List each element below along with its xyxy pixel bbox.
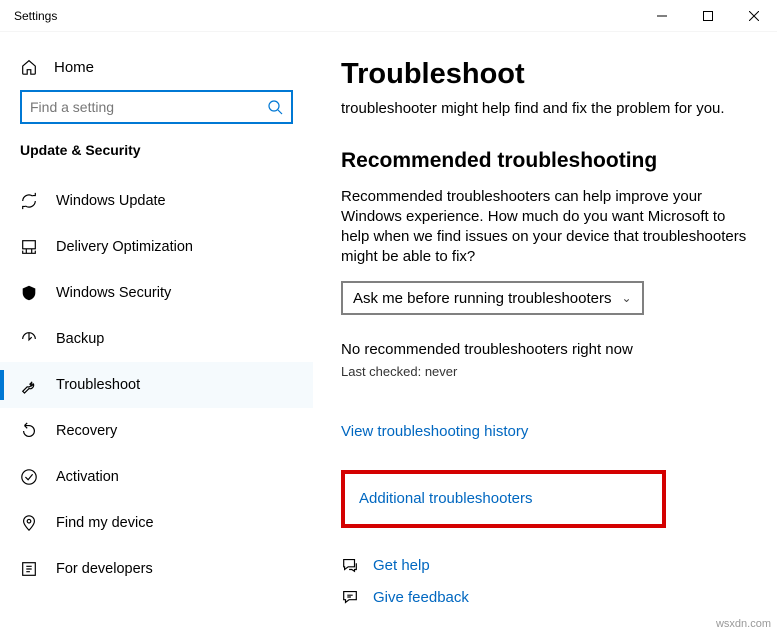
page-title: Troubleshoot: [341, 58, 749, 91]
sidebar-item-backup[interactable]: Backup: [0, 316, 313, 362]
sidebar-item-windows-update[interactable]: Windows Update: [0, 178, 313, 224]
close-button[interactable]: [731, 0, 777, 32]
footer-links: Get help Give feedback: [341, 556, 749, 606]
recommended-desc: Recommended troubleshooters can help imp…: [341, 187, 749, 267]
sidebar-item-label: Windows Update: [56, 193, 166, 209]
backup-icon: [20, 330, 38, 348]
chevron-down-icon: ⌄: [621, 291, 631, 305]
sidebar-item-label: Activation: [56, 469, 119, 485]
dropdown-value: Ask me before running troubleshooters: [353, 290, 611, 307]
maximize-button[interactable]: [685, 0, 731, 32]
give-feedback-link[interactable]: Give feedback: [373, 589, 469, 606]
nav-list: Windows Update Delivery Optimization Win…: [0, 178, 313, 592]
sync-icon: [20, 192, 38, 210]
sidebar-item-label: For developers: [56, 561, 153, 577]
minimize-button[interactable]: [639, 0, 685, 32]
category-header: Update & Security: [0, 142, 313, 178]
additional-troubleshooters-link[interactable]: Additional troubleshooters: [359, 490, 532, 507]
main-content: Troubleshoot troubleshooter might help f…: [313, 32, 777, 634]
troubleshoot-preference-dropdown[interactable]: Ask me before running troubleshooters ⌄: [341, 281, 644, 315]
get-help-link[interactable]: Get help: [373, 557, 430, 574]
home-button[interactable]: Home: [0, 50, 313, 90]
wrench-icon: [20, 376, 38, 394]
sidebar-item-windows-security[interactable]: Windows Security: [0, 270, 313, 316]
home-label: Home: [54, 59, 94, 76]
recovery-icon: [20, 422, 38, 440]
sidebar-item-label: Windows Security: [56, 285, 171, 301]
sidebar-item-label: Recovery: [56, 423, 117, 439]
titlebar: Settings: [0, 0, 777, 32]
sidebar-item-delivery-optimization[interactable]: Delivery Optimization: [0, 224, 313, 270]
developer-icon: [20, 560, 38, 578]
app-title: Settings: [0, 9, 57, 23]
last-checked-text: Last checked: never: [341, 364, 749, 379]
sidebar-item-for-developers[interactable]: For developers: [0, 546, 313, 592]
home-icon: [20, 58, 38, 76]
sidebar-item-activation[interactable]: Activation: [0, 454, 313, 500]
search-icon: [267, 99, 283, 115]
search-input[interactable]: [20, 90, 293, 124]
search-field[interactable]: [30, 99, 267, 115]
view-history-link[interactable]: View troubleshooting history: [341, 423, 528, 440]
sidebar-item-label: Backup: [56, 331, 104, 347]
recommended-heading: Recommended troubleshooting: [341, 149, 749, 173]
location-icon: [20, 514, 38, 532]
sidebar: Home Update & Security Windows Update De…: [0, 32, 313, 634]
sidebar-item-troubleshoot[interactable]: Troubleshoot: [0, 362, 313, 408]
window-controls: [639, 0, 777, 32]
window-body: Home Update & Security Windows Update De…: [0, 32, 777, 634]
check-circle-icon: [20, 468, 38, 486]
status-text: No recommended troubleshooters right now: [341, 341, 749, 358]
shield-icon: [20, 284, 38, 302]
search-wrap: [20, 90, 293, 124]
help-chat-icon: [341, 556, 359, 574]
get-help-row[interactable]: Get help: [341, 556, 749, 574]
feedback-icon: [341, 588, 359, 606]
additional-troubleshooters-highlight: Additional troubleshooters: [341, 470, 666, 528]
watermark: wsxdn.com: [716, 618, 771, 630]
give-feedback-row[interactable]: Give feedback: [341, 588, 749, 606]
sidebar-item-recovery[interactable]: Recovery: [0, 408, 313, 454]
sidebar-item-label: Troubleshoot: [56, 377, 140, 393]
sidebar-item-label: Delivery Optimization: [56, 239, 193, 255]
sidebar-item-label: Find my device: [56, 515, 154, 531]
page-lede: troubleshooter might help find and fix t…: [341, 99, 749, 119]
sidebar-item-find-my-device[interactable]: Find my device: [0, 500, 313, 546]
delivery-icon: [20, 238, 38, 256]
